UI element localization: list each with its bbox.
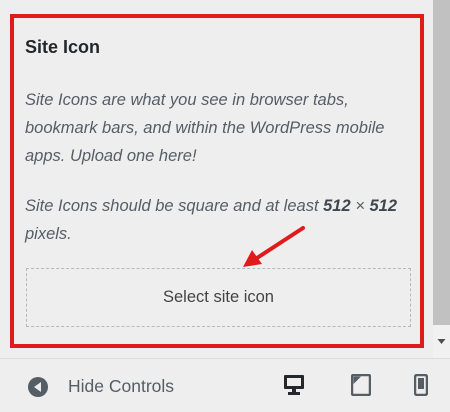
requirement-prefix: Site Icons should be square and at least (25, 197, 324, 215)
requirement-width: 512 (323, 197, 351, 215)
requirement-times: × (350, 197, 370, 215)
requirement-suffix: pixels. (25, 225, 72, 243)
requirement-height: 512 (369, 197, 397, 215)
customizer-footer: Hide Controls (0, 358, 450, 412)
hide-controls-label: Hide Controls (68, 376, 175, 396)
scroll-down-arrow-icon[interactable] (433, 333, 450, 349)
mobile-icon[interactable] (413, 373, 429, 401)
tablet-icon[interactable] (350, 373, 372, 401)
section-title: Site Icon (25, 37, 101, 57)
arrow-left-circle-icon (28, 376, 48, 397)
scrollbar-thumb[interactable] (433, 0, 450, 325)
site-icon-description: Site Icons are what you see in browser t… (25, 91, 385, 165)
select-site-icon-button[interactable]: Select site icon (26, 268, 411, 327)
site-icon-requirement: Site Icons should be square and at least… (25, 192, 415, 248)
red-arrow-annotation (243, 226, 305, 267)
hide-controls-button[interactable]: Hide Controls (28, 376, 174, 397)
desktop-icon[interactable] (283, 374, 305, 401)
